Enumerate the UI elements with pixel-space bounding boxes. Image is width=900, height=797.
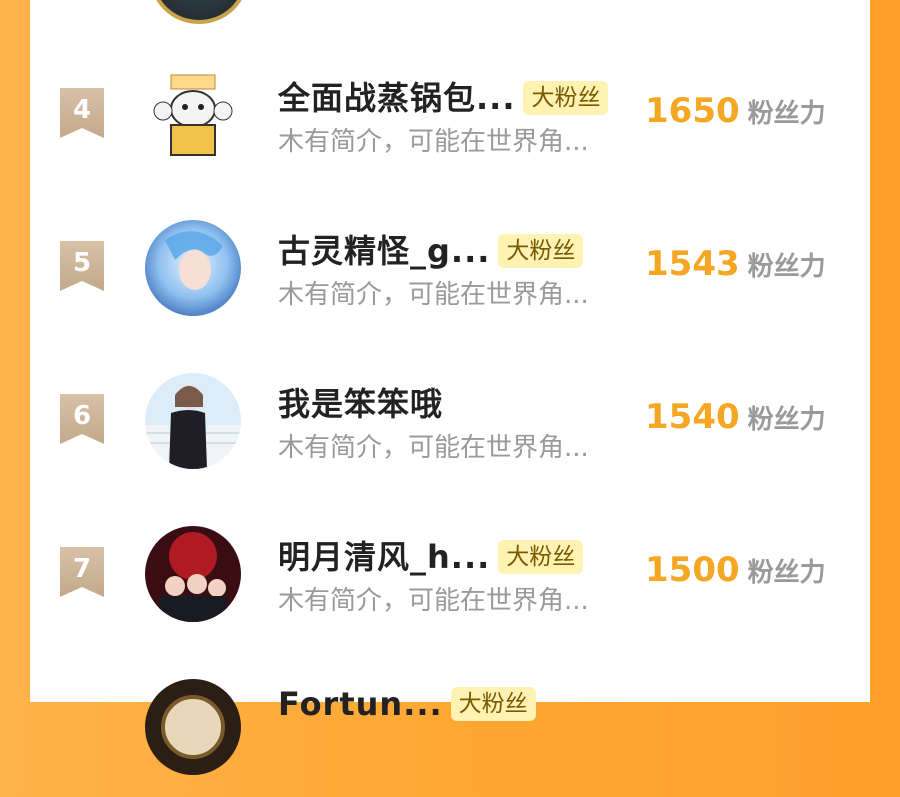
list-item[interactable]: 4 全面战蒸锅包... 大粉丝 木有简介，可能在世界角... 1650 粉丝力 <box>30 55 870 185</box>
user-name-text: 明月清风_h... <box>278 538 491 576</box>
list-item[interactable]: 5 古灵精怪_g... 大粉丝 木有简介，可能在世界角... 1543 粉丝力 <box>30 208 870 338</box>
user-name-text: Fortun... <box>278 685 443 723</box>
fan-power-unit: 粉丝力 <box>747 558 826 588</box>
avatar[interactable] <box>150 0 248 24</box>
fan-power-unit: 粉丝力 <box>747 99 826 129</box>
user-name[interactable]: 全面战蒸锅包... 大粉丝 <box>278 73 609 119</box>
fan-power-value: 1543 <box>645 244 740 284</box>
rank-badge: 4 <box>60 88 104 138</box>
fan-level-badge: 大粉丝 <box>450 687 536 721</box>
fan-ranking-panel: 4 全面战蒸锅包... 大粉丝 木有简介，可能在世界角... 1650 粉丝力 5 <box>30 0 870 775</box>
fan-level-badge: 大粉丝 <box>498 540 584 574</box>
user-bio: 木有简介，可能在世界角... <box>278 433 589 463</box>
fan-power-unit: 粉丝力 <box>747 405 826 435</box>
user-name-text: 古灵精怪_g... <box>278 232 491 270</box>
user-bio: 木有简介，可能在世界角... <box>278 127 589 157</box>
user-name-text: 全面战蒸锅包... <box>278 79 516 117</box>
avatar[interactable] <box>145 373 241 469</box>
fan-power: 1650 粉丝力 <box>645 91 826 131</box>
user-name[interactable]: 我是笨笨哦 <box>278 379 443 425</box>
fan-power: 1543 粉丝力 <box>645 244 826 284</box>
fan-power: 1540 粉丝力 <box>645 397 826 437</box>
fan-power-value: 1650 <box>645 91 740 131</box>
user-bio: 木有简介，可能在世界角... <box>278 586 589 616</box>
user-name-text: 我是笨笨哦 <box>278 385 444 423</box>
rank-badge: 6 <box>60 394 104 444</box>
fan-level-badge: 大粉丝 <box>523 81 609 115</box>
user-name[interactable]: 古灵精怪_g... 大粉丝 <box>278 226 584 272</box>
avatar[interactable] <box>145 679 241 775</box>
avatar[interactable] <box>145 526 241 622</box>
user-bio: 木有简介，可能在世界角... <box>278 280 589 310</box>
fan-power-value: 1540 <box>645 397 740 437</box>
rank-badge: 7 <box>60 547 104 597</box>
list-item[interactable]: 6 我是笨笨哦 木有简介，可能在世界角... 1540 粉丝力 <box>30 361 870 491</box>
rank-badge: 5 <box>60 241 104 291</box>
fan-power: 1500 粉丝力 <box>645 550 826 590</box>
avatar[interactable] <box>145 220 241 316</box>
user-name[interactable]: Fortun... 大粉丝 <box>278 685 536 723</box>
user-name[interactable]: 明月清风_h... 大粉丝 <box>278 532 584 578</box>
fan-level-badge: 大粉丝 <box>498 234 584 268</box>
list-item[interactable]: 7 明月清风_h... 大粉丝 木有简介，可能在世界角... 1500 粉丝力 <box>30 514 870 644</box>
avatar[interactable] <box>145 67 241 163</box>
list-item[interactable]: Fortun... 大粉丝 <box>30 667 870 797</box>
fan-power-value: 1500 <box>645 550 740 590</box>
fan-power-unit: 粉丝力 <box>747 252 826 282</box>
